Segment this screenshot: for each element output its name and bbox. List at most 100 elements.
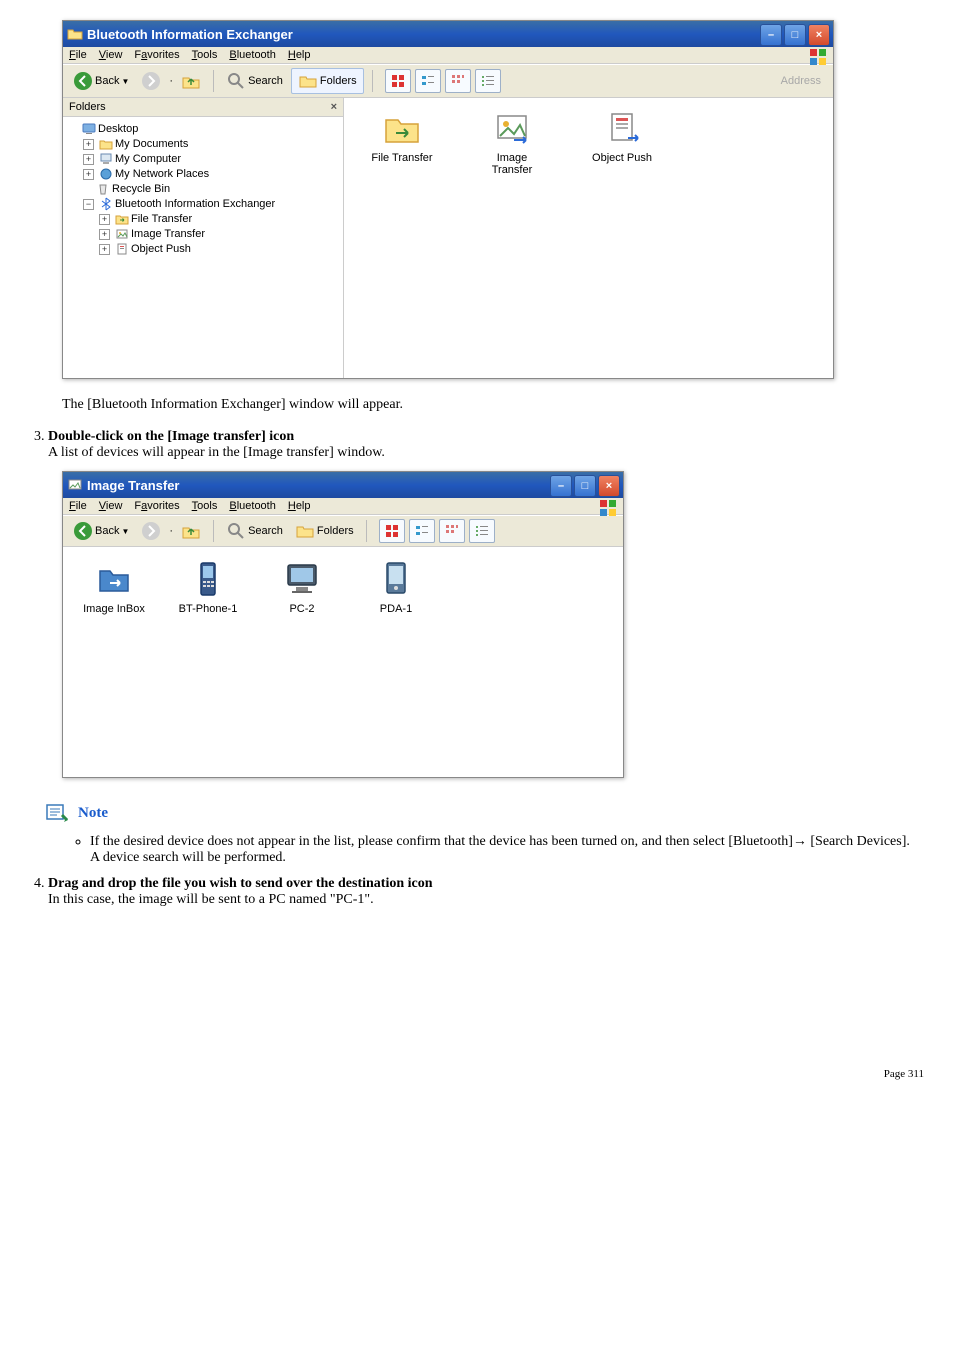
search-icon bbox=[226, 521, 246, 541]
bt-phone-item[interactable]: BT-Phone-1 bbox=[173, 559, 243, 615]
back-button[interactable]: Back ▼ bbox=[69, 519, 133, 543]
view-thumbnails-button[interactable] bbox=[385, 69, 411, 93]
image-inbox-item[interactable]: Image InBox bbox=[79, 559, 149, 615]
toolbar: Back ▼ · Search Folders bbox=[63, 515, 623, 547]
inbox-icon bbox=[94, 559, 134, 599]
expand-icon[interactable]: + bbox=[83, 154, 94, 165]
tree-mycomp[interactable]: +My Computer bbox=[83, 152, 339, 166]
image-transfer-icon bbox=[115, 227, 129, 241]
menu-help[interactable]: Help bbox=[288, 500, 311, 512]
item-label: File Transfer bbox=[362, 152, 442, 164]
step-title: Drag and drop the file you wish to send … bbox=[48, 876, 433, 891]
titlebar[interactable]: Image Transfer – □ × bbox=[63, 472, 623, 498]
tree-image-transfer[interactable]: +Image Transfer bbox=[99, 227, 339, 241]
object-push-item[interactable]: Object Push bbox=[582, 108, 662, 368]
back-button[interactable]: Back ▼ bbox=[69, 69, 133, 93]
item-label: PDA-1 bbox=[361, 603, 431, 615]
menu-tools[interactable]: Tools bbox=[192, 500, 218, 512]
menu-file[interactable]: File bbox=[69, 49, 87, 61]
up-button[interactable] bbox=[177, 69, 205, 93]
tree-mydocs[interactable]: +My Documents bbox=[83, 137, 339, 151]
forward-icon bbox=[141, 521, 161, 541]
forward-button[interactable] bbox=[137, 519, 165, 543]
menu-help[interactable]: Help bbox=[288, 49, 311, 61]
back-label: Back bbox=[95, 75, 119, 87]
tree-object-push[interactable]: +Object Push bbox=[99, 242, 339, 256]
view-buttons bbox=[385, 69, 501, 93]
pda-item[interactable]: PDA-1 bbox=[361, 559, 431, 615]
file-transfer-icon bbox=[115, 212, 129, 226]
view-icons-button[interactable] bbox=[439, 519, 465, 543]
tree-mynet[interactable]: +My Network Places bbox=[83, 167, 339, 181]
tree-file-transfer[interactable]: +File Transfer bbox=[99, 212, 339, 226]
titlebar[interactable]: Bluetooth Information Exchanger – □ × bbox=[63, 21, 833, 47]
close-button[interactable]: × bbox=[808, 24, 830, 46]
collapse-icon[interactable]: − bbox=[83, 199, 94, 210]
expand-icon[interactable]: + bbox=[99, 214, 110, 225]
menu-tools[interactable]: Tools bbox=[192, 49, 218, 61]
object-push-icon bbox=[115, 242, 129, 256]
view-tiles-button[interactable] bbox=[415, 69, 441, 93]
minimize-button[interactable]: – bbox=[760, 24, 782, 46]
phone-icon bbox=[188, 559, 228, 599]
tree-bie[interactable]: −Bluetooth Information Exchanger bbox=[83, 197, 339, 211]
search-label: Search bbox=[248, 75, 283, 87]
window-title: Image Transfer bbox=[87, 478, 180, 493]
expand-icon[interactable]: + bbox=[83, 169, 94, 180]
bluetooth-exchanger-window: Bluetooth Information Exchanger – □ × Fi… bbox=[62, 20, 834, 379]
bluetooth-icon bbox=[99, 197, 113, 211]
close-pane-icon[interactable]: × bbox=[331, 101, 337, 113]
note-label: Note bbox=[78, 805, 108, 822]
file-transfer-item[interactable]: File Transfer bbox=[362, 108, 442, 368]
image-transfer-window: Image Transfer – □ × File View Favorites… bbox=[62, 471, 624, 778]
minimize-button[interactable]: – bbox=[550, 475, 572, 497]
view-thumbnails-button[interactable] bbox=[379, 519, 405, 543]
maximize-button[interactable]: □ bbox=[574, 475, 596, 497]
tree-recycle[interactable]: Recycle Bin bbox=[83, 182, 339, 196]
menu-view[interactable]: View bbox=[99, 49, 123, 61]
chevron-down-icon: ▼ bbox=[121, 527, 129, 536]
expand-icon[interactable]: + bbox=[99, 229, 110, 240]
view-tiles-button[interactable] bbox=[409, 519, 435, 543]
up-folder-icon bbox=[181, 71, 201, 91]
expand-icon[interactable]: + bbox=[83, 139, 94, 150]
folders-label: Folders bbox=[317, 525, 354, 537]
note-header: Note bbox=[44, 800, 924, 826]
window-buttons: – □ × bbox=[550, 475, 620, 497]
view-list-button[interactable] bbox=[475, 69, 501, 93]
close-button[interactable]: × bbox=[598, 475, 620, 497]
menu-view[interactable]: View bbox=[99, 500, 123, 512]
back-label: Back bbox=[95, 525, 119, 537]
menu-bluetooth[interactable]: Bluetooth bbox=[229, 500, 276, 512]
view-buttons bbox=[379, 519, 495, 543]
folders-button[interactable]: Folders bbox=[291, 519, 358, 543]
note-icon bbox=[44, 800, 70, 826]
search-button[interactable]: Search bbox=[222, 69, 287, 93]
image-transfer-icon bbox=[492, 108, 532, 148]
view-icons-button[interactable] bbox=[445, 69, 471, 93]
search-button[interactable]: Search bbox=[222, 519, 287, 543]
computer-icon bbox=[99, 152, 113, 166]
item-label: PC-2 bbox=[267, 603, 337, 615]
object-push-icon bbox=[602, 108, 642, 148]
note-bullet: If the desired device does not appear in… bbox=[90, 834, 924, 866]
menu-bluetooth[interactable]: Bluetooth bbox=[229, 49, 276, 61]
expand-icon[interactable]: + bbox=[99, 244, 110, 255]
maximize-button[interactable]: □ bbox=[784, 24, 806, 46]
view-list-button[interactable] bbox=[469, 519, 495, 543]
menu-favorites[interactable]: Favorites bbox=[134, 49, 179, 61]
forward-button[interactable] bbox=[137, 69, 165, 93]
image-transfer-icon bbox=[67, 477, 83, 493]
forward-icon bbox=[141, 71, 161, 91]
pc-item[interactable]: PC-2 bbox=[267, 559, 337, 615]
pda-icon bbox=[376, 559, 416, 599]
up-button[interactable] bbox=[177, 519, 205, 543]
menu-favorites[interactable]: Favorites bbox=[134, 500, 179, 512]
chevron-down-icon: ▼ bbox=[121, 77, 129, 86]
search-label: Search bbox=[248, 525, 283, 537]
menu-file[interactable]: File bbox=[69, 500, 87, 512]
tree-desktop[interactable]: Desktop bbox=[69, 122, 339, 136]
image-transfer-item[interactable]: ImageTransfer bbox=[472, 108, 552, 368]
windows-flag-icon bbox=[599, 499, 617, 517]
folders-button[interactable]: Folders bbox=[291, 68, 364, 94]
